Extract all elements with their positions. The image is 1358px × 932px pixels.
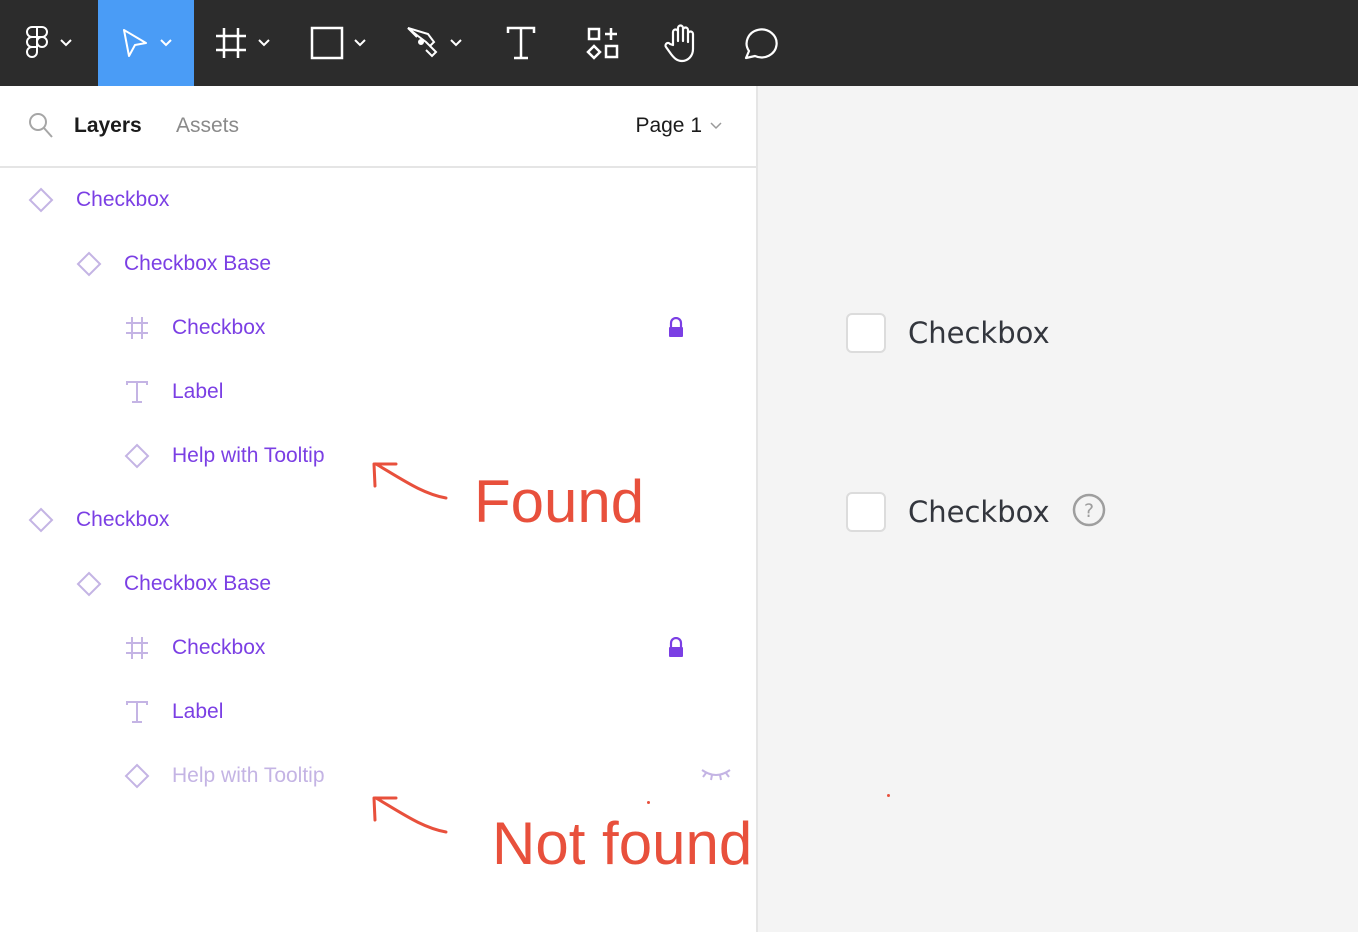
annotation-arrow-not-found [372, 796, 448, 834]
layers-panel: Layers Assets Page 1 Checkbox Checkbox B… [0, 86, 756, 932]
search-icon[interactable] [28, 112, 54, 145]
tab-assets[interactable]: Assets [176, 112, 239, 140]
layer-row-help-with-tooltip-hidden[interactable]: Help with Tooltip [124, 756, 325, 796]
hand-tool-button[interactable] [642, 0, 720, 86]
frame-icon [124, 315, 150, 341]
move-tool-button[interactable] [98, 0, 194, 86]
canvas-checkbox-2[interactable]: Checkbox ? [846, 492, 1106, 532]
component-instance-icon [28, 187, 54, 213]
text-icon [506, 26, 536, 60]
layer-row-label[interactable]: Label [124, 372, 223, 412]
layer-row-checkbox-frame[interactable]: Checkbox [124, 308, 265, 348]
chevron-down-icon [258, 39, 270, 47]
chevron-down-icon [60, 39, 72, 47]
chevron-down-icon [450, 39, 462, 47]
annotation-not-found: Not found [492, 810, 753, 877]
svg-text:?: ? [1084, 500, 1094, 522]
comment-icon [742, 26, 780, 60]
figma-logo-icon [24, 26, 50, 60]
layer-row-checkbox-base[interactable]: Checkbox Base [76, 244, 271, 284]
component-instance-icon [76, 251, 102, 277]
shape-tool-button[interactable] [290, 0, 386, 86]
layer-row-checkbox-base[interactable]: Checkbox Base [76, 564, 271, 604]
chevron-down-icon [354, 39, 366, 47]
layer-name: Checkbox [172, 636, 266, 659]
frame-tool-button[interactable] [194, 0, 290, 86]
chevron-down-icon [160, 39, 172, 47]
checkbox-box[interactable] [846, 313, 886, 353]
figma-menu-button[interactable] [0, 0, 96, 86]
hand-icon [663, 23, 699, 63]
comment-tool-button[interactable] [722, 0, 800, 86]
toolbar [0, 0, 1358, 86]
layer-name: Checkbox [76, 188, 170, 211]
checkbox-label: Checkbox [908, 316, 1050, 350]
annotation-found: Found [474, 468, 645, 535]
page-selector-label: Page 1 [635, 114, 702, 137]
annotation-arrow-found [372, 462, 448, 500]
resources-tool-button[interactable] [564, 0, 642, 86]
layer-row-help-with-tooltip[interactable]: Help with Tooltip [124, 436, 325, 476]
text-layer-icon [124, 699, 150, 725]
annotation-dot [887, 794, 890, 797]
layer-name: Label [172, 700, 224, 723]
text-tool-button[interactable] [482, 0, 560, 86]
layer-name: Help with Tooltip [172, 764, 325, 787]
component-instance-icon [28, 507, 54, 533]
component-instance-icon [124, 763, 150, 789]
text-layer-icon [124, 379, 150, 405]
panel-header: Layers Assets Page 1 [0, 86, 756, 168]
page-selector[interactable]: Page 1 [635, 112, 722, 140]
layer-name: Help with Tooltip [172, 444, 325, 467]
component-instance-icon [76, 571, 102, 597]
layer-row-checkbox[interactable]: Checkbox [28, 180, 169, 220]
lock-icon[interactable] [667, 636, 685, 664]
annotation-dot [647, 801, 650, 804]
hidden-eye-icon[interactable] [700, 766, 732, 791]
frame-grid-icon [214, 26, 248, 60]
frame-icon [124, 635, 150, 661]
canvas-checkbox-1[interactable]: Checkbox [846, 313, 1050, 353]
layer-row-label[interactable]: Label [124, 692, 223, 732]
move-arrow-icon [120, 27, 150, 59]
rectangle-icon [310, 26, 344, 60]
design-canvas[interactable]: Checkbox Checkbox ? [758, 86, 1358, 932]
component-instance-icon [124, 443, 150, 469]
layer-name: Checkbox Base [124, 252, 272, 275]
pen-icon [406, 26, 440, 60]
lock-icon[interactable] [667, 316, 685, 344]
checkbox-box[interactable] [846, 492, 886, 532]
help-question-icon[interactable]: ? [1072, 493, 1106, 532]
checkbox-label: Checkbox [908, 495, 1050, 529]
components-icon [586, 26, 620, 60]
pen-tool-button[interactable] [386, 0, 482, 86]
tab-layers[interactable]: Layers [74, 112, 142, 140]
layer-row-checkbox-frame[interactable]: Checkbox [124, 628, 265, 668]
layer-name: Checkbox [76, 508, 170, 531]
layer-name: Checkbox [172, 316, 266, 339]
layer-name: Checkbox Base [124, 572, 272, 595]
layer-row-checkbox[interactable]: Checkbox [28, 500, 169, 540]
chevron-down-icon [710, 122, 722, 130]
layer-name: Label [172, 380, 224, 403]
